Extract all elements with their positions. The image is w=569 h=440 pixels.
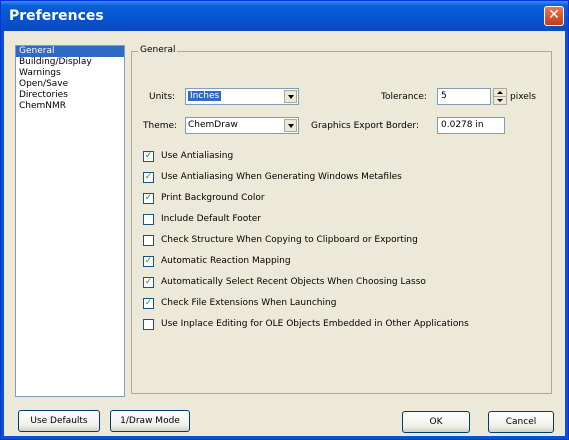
theme-label: Theme: — [143, 121, 178, 131]
checkbox-label: Automatic Reaction Mapping — [161, 256, 291, 266]
tolerance-spinner[interactable] — [493, 88, 507, 105]
close-icon[interactable]: ✕ — [544, 6, 564, 26]
category-list[interactable]: General Building/Display Warnings Open/S… — [15, 45, 125, 397]
checkbox-checked-icon[interactable]: ✓ — [143, 277, 154, 288]
title-bar[interactable]: Preferences ✕ — [1, 1, 568, 31]
checkbox-label: Check Structure When Copying to Clipboar… — [161, 235, 418, 245]
checkbox-checked-icon[interactable]: ✓ — [143, 193, 154, 204]
sidebar-item-general[interactable]: General — [16, 46, 124, 57]
tolerance-value: 5 — [441, 91, 447, 101]
graphics-export-border-value: 0.0278 in — [441, 120, 484, 130]
checkbox-checked-icon[interactable]: ✓ — [143, 298, 154, 309]
tolerance-unit: pixels — [510, 92, 536, 102]
checkbox-label: Use Inplace Editing for OLE Objects Embe… — [161, 319, 469, 329]
spin-down-icon[interactable] — [494, 97, 506, 104]
checkbox-label: Print Background Color — [161, 193, 265, 203]
groupbox-title: General — [138, 45, 178, 55]
chevron-down-icon[interactable] — [284, 90, 297, 103]
checkbox-label: Check File Extensions When Launching — [161, 298, 337, 308]
tolerance-input[interactable]: 5 — [437, 88, 491, 105]
sidebar-item-warnings[interactable]: Warnings — [16, 68, 124, 79]
spin-up-icon[interactable] — [494, 89, 506, 97]
checkbox-checked-icon[interactable]: ✓ — [143, 151, 154, 162]
checkbox-label: Automatically Select Recent Objects When… — [161, 277, 426, 287]
graphics-export-border-label: Graphics Export Border: — [311, 121, 419, 131]
ok-button[interactable]: OK — [402, 411, 470, 433]
theme-dropdown[interactable]: ChemDraw — [185, 117, 299, 134]
checkbox-unchecked-icon[interactable] — [143, 319, 154, 330]
checkbox-unchecked-icon[interactable] — [143, 235, 154, 246]
tolerance-label: Tolerance: — [381, 92, 427, 102]
checkbox-checked-icon[interactable]: ✓ — [143, 172, 154, 183]
checkbox-unchecked-icon[interactable] — [143, 214, 154, 225]
checkbox-checked-icon[interactable]: ✓ — [143, 256, 154, 267]
units-dropdown[interactable]: Inches — [185, 88, 299, 105]
theme-value: ChemDraw — [188, 120, 238, 130]
units-label: Units: — [149, 92, 176, 102]
checkbox-label: Use Antialiasing — [161, 151, 234, 161]
sidebar-item-open-save[interactable]: Open/Save — [16, 79, 124, 90]
chevron-down-icon[interactable] — [284, 119, 297, 132]
units-value: Inches — [188, 91, 222, 101]
cancel-button[interactable]: Cancel — [488, 411, 554, 433]
draw-mode-button[interactable]: 1/Draw Mode — [110, 410, 190, 432]
sidebar-item-directories[interactable]: Directories — [16, 90, 124, 101]
checkbox-label: Use Antialiasing When Generating Windows… — [161, 172, 402, 182]
sidebar-item-building-display[interactable]: Building/Display — [16, 57, 124, 68]
graphics-export-border-input[interactable]: 0.0278 in — [437, 117, 505, 134]
sidebar-item-chemnmr[interactable]: ChemNMR — [16, 101, 124, 112]
checkbox-label: Include Default Footer — [161, 214, 262, 224]
window-title: Preferences — [9, 8, 104, 24]
use-defaults-button[interactable]: Use Defaults — [18, 410, 100, 432]
